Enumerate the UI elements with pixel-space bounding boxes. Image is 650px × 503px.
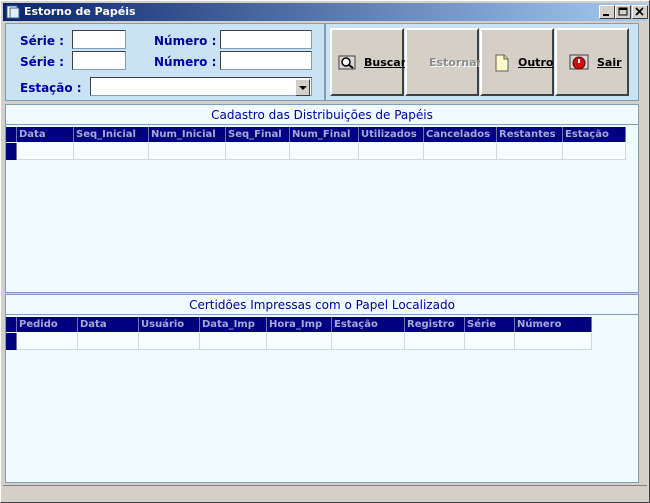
estorno-window: Estorno de Papéis Série : Número : Série… — [0, 0, 650, 503]
certidoes-title: Certidões Impressas com o Papel Localiza… — [6, 295, 638, 315]
col-data[interactable]: Data — [17, 127, 74, 142]
close-button[interactable] — [632, 5, 648, 19]
serie-label-2: Série : — [20, 55, 64, 69]
numero-input-2[interactable] — [220, 51, 312, 70]
col-num-inicial[interactable]: Num_Inicial — [149, 127, 226, 142]
col-estacao[interactable]: Estação — [332, 317, 405, 332]
serie-input-1[interactable] — [72, 30, 126, 49]
search-form-panel: Série : Número : Série : Número : Estaçã… — [5, 23, 325, 101]
col-estacao[interactable]: Estação — [563, 127, 626, 142]
maximize-button[interactable] — [615, 5, 631, 19]
numero-input-1[interactable] — [220, 30, 312, 49]
col-restantes[interactable]: Restantes — [497, 127, 563, 142]
certidoes-header: Pedido Data Usuário Data_Imp Hora_Imp Es… — [6, 317, 592, 332]
status-bar — [3, 485, 647, 501]
col-numero[interactable]: Número — [515, 317, 592, 332]
table-row[interactable] — [6, 333, 592, 350]
serie-input-2[interactable] — [72, 51, 126, 70]
close-icon — [635, 7, 644, 16]
search-icon — [338, 55, 356, 70]
distribuicoes-header: Data Seq_Inicial Num_Inicial Seq_Final N… — [6, 127, 626, 142]
app-icon — [6, 5, 20, 19]
col-num-final[interactable]: Num_Final — [290, 127, 359, 142]
buscar-label: Buscar — [364, 56, 407, 69]
col-hora-imp[interactable]: Hora_Imp — [267, 317, 332, 332]
estornar-button[interactable]: Estornar — [405, 28, 482, 96]
col-pedido[interactable]: Pedido — [17, 317, 78, 332]
numero-label-1: Número : — [154, 34, 217, 48]
minimize-button[interactable] — [599, 5, 615, 19]
outro-label: Outro — [518, 56, 554, 69]
header-indicator — [6, 127, 17, 142]
minimize-icon — [603, 14, 609, 16]
table-row[interactable] — [6, 143, 626, 160]
serie-label-1: Série : — [20, 34, 64, 48]
exit-icon — [569, 54, 589, 70]
sair-label: Sair — [597, 56, 622, 69]
col-seq-final[interactable]: Seq_Final — [226, 127, 290, 142]
estacao-label: Estação : — [20, 81, 82, 95]
estacao-select[interactable] — [90, 77, 312, 96]
col-usuario[interactable]: Usuário — [139, 317, 200, 332]
distribuicoes-title: Cadastro das Distribuições de Papéis — [6, 105, 638, 125]
col-utilizados[interactable]: Utilizados — [359, 127, 424, 142]
certidoes-grid: Certidões Impressas com o Papel Localiza… — [5, 294, 639, 483]
outro-button[interactable]: Outro — [480, 28, 554, 96]
maximize-icon — [618, 7, 628, 16]
numero-label-2: Número : — [154, 55, 217, 69]
col-serie[interactable]: Série — [465, 317, 515, 332]
col-data[interactable]: Data — [78, 317, 139, 332]
col-data-imp[interactable]: Data_Imp — [200, 317, 267, 332]
estornar-label: Estornar — [429, 56, 482, 69]
row-indicator[interactable] — [6, 333, 17, 350]
col-cancelados[interactable]: Cancelados — [424, 127, 497, 142]
window-title: Estorno de Papéis — [24, 5, 136, 18]
col-registro[interactable]: Registro — [405, 317, 465, 332]
new-document-icon — [495, 54, 509, 72]
chevron-down-icon[interactable] — [295, 79, 310, 96]
title-bar[interactable]: Estorno de Papéis — [3, 3, 648, 21]
buscar-button[interactable]: Buscar — [330, 28, 407, 96]
sair-button[interactable]: Sair — [555, 28, 629, 96]
row-indicator[interactable] — [6, 143, 17, 160]
distribuicoes-grid: Cadastro das Distribuições de Papéis Dat… — [5, 104, 639, 293]
col-seq-inicial[interactable]: Seq_Inicial — [74, 127, 149, 142]
action-buttons-panel: Buscar Estornar Outro Sair — [325, 23, 639, 101]
header-indicator — [6, 317, 17, 332]
